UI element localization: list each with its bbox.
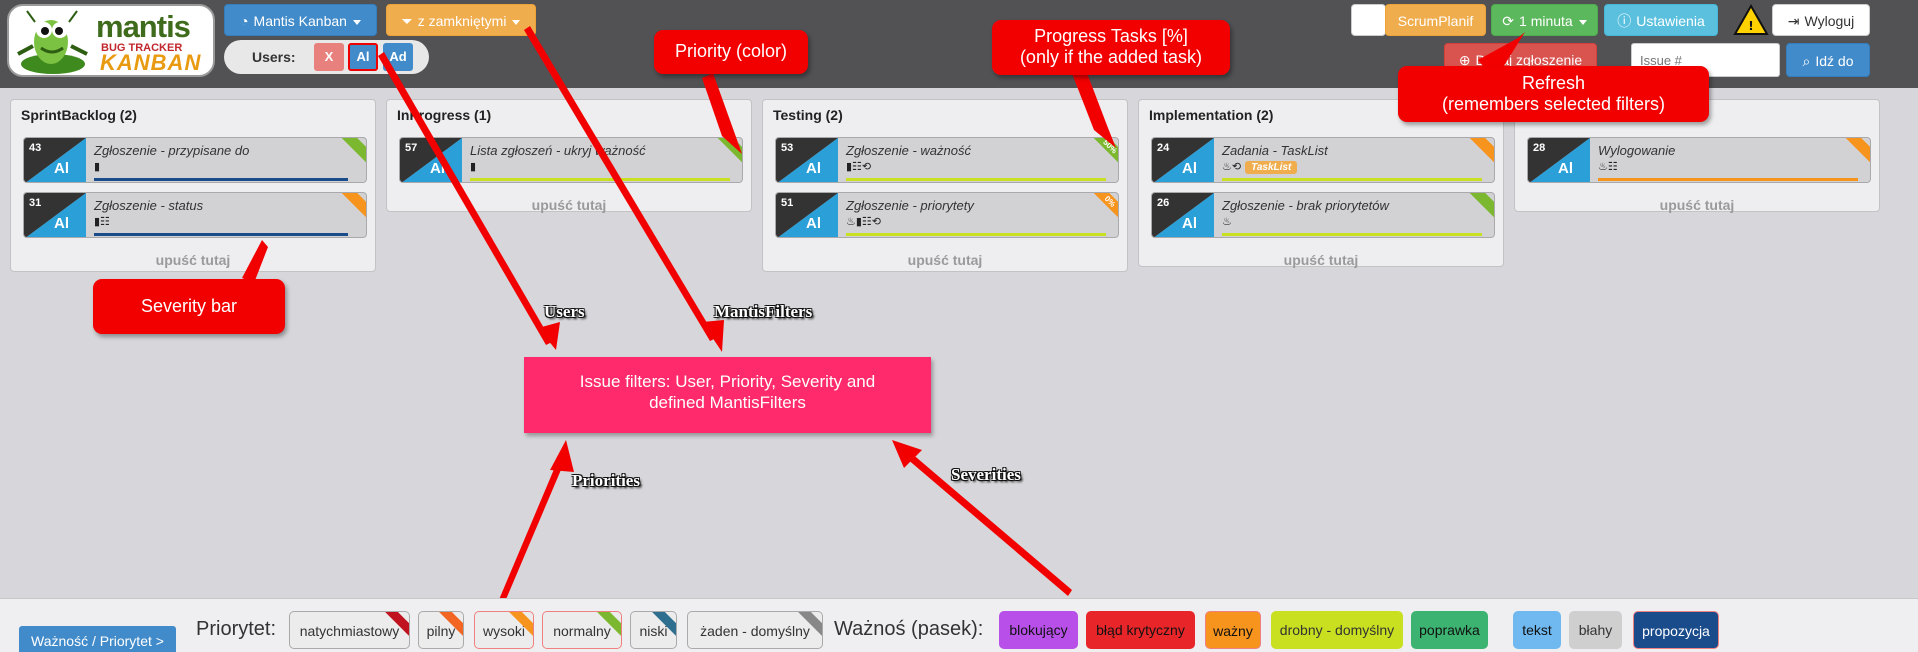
arrowhead-priorities	[550, 440, 574, 472]
severity-legend-label: Ważnoś (pasek):	[834, 618, 984, 640]
severity-legend-item[interactable]: drobny - domyślny	[1271, 611, 1403, 649]
severity-legend-item[interactable]: tekst	[1513, 611, 1561, 649]
severity-legend-item[interactable]: propozycja	[1633, 611, 1719, 649]
annotation-progress-tasks: Progress Tasks [%] (only if the added ta…	[992, 20, 1230, 75]
annotation-progress-line2: (only if the added task)	[1019, 47, 1203, 67]
severity-legend-item[interactable]: poprawka	[1411, 611, 1488, 649]
annotation-label-mantis-filters: MantisFilters	[714, 302, 813, 321]
priority-legend-text: natychmiastowy	[299, 623, 400, 639]
priority-legend-text: żaden - domyślny	[700, 623, 810, 639]
arrow-priority	[702, 73, 742, 154]
annotation-issue-filters: Issue filters: User, Priority, Severity …	[524, 357, 931, 433]
arrowhead-mantis-filters	[702, 320, 724, 352]
annotation-progress-line1: Progress Tasks [%]	[1034, 26, 1188, 46]
arrow-severity-bar	[242, 240, 268, 283]
priority-legend-label: Priorytet:	[196, 618, 277, 640]
priority-legend-text: niski	[639, 623, 668, 639]
annotation-refresh: Refresh (remembers selected filters)	[1398, 66, 1709, 122]
priority-legend-item[interactable]: natychmiastowy	[289, 611, 410, 649]
annotation-issue-filters-line1: Issue filters: User, Priority, Severity …	[579, 372, 876, 391]
severity-legend-item[interactable]: blokujący	[999, 611, 1078, 649]
annotation-refresh-line1: Refresh	[1521, 73, 1586, 93]
legend-footer: Ważność / Priorytet > Priorytet: natychm…	[0, 598, 1918, 652]
annotation-priority-color: Priority (color)	[654, 30, 808, 74]
arrow-priorities	[498, 455, 566, 604]
severity-priority-toggle-button[interactable]: Ważność / Priorytet >	[19, 626, 176, 652]
priority-legend-text: wysoki	[482, 623, 525, 639]
priority-legend-item[interactable]: normalny	[542, 611, 622, 649]
severity-legend-item[interactable]: ważny	[1205, 611, 1261, 649]
priority-legend-item[interactable]: pilny	[418, 611, 464, 649]
annotation-issue-filters-line2: defined MantisFilters	[649, 393, 806, 412]
priority-legend-item[interactable]: niski	[630, 611, 677, 649]
annotation-label-severities: Severities	[951, 465, 1021, 484]
priority-legend-text: normalny	[553, 623, 611, 639]
annotation-label-users: Users	[544, 302, 585, 321]
arrow-users	[378, 52, 552, 345]
severity-legend-item[interactable]: błąd krytyczny	[1086, 611, 1195, 649]
severity-legend-item[interactable]: błahy	[1569, 611, 1622, 649]
annotation-severity-bar: Severity bar	[93, 279, 285, 334]
priority-legend-item[interactable]: wysoki	[474, 611, 534, 649]
priority-legend-item[interactable]: żaden - domyślny	[687, 611, 823, 649]
annotation-label-priorities: Priorities	[572, 471, 640, 490]
priority-legend-text: pilny	[426, 623, 456, 639]
annotation-refresh-line2: (remembers selected filters)	[1441, 94, 1666, 114]
